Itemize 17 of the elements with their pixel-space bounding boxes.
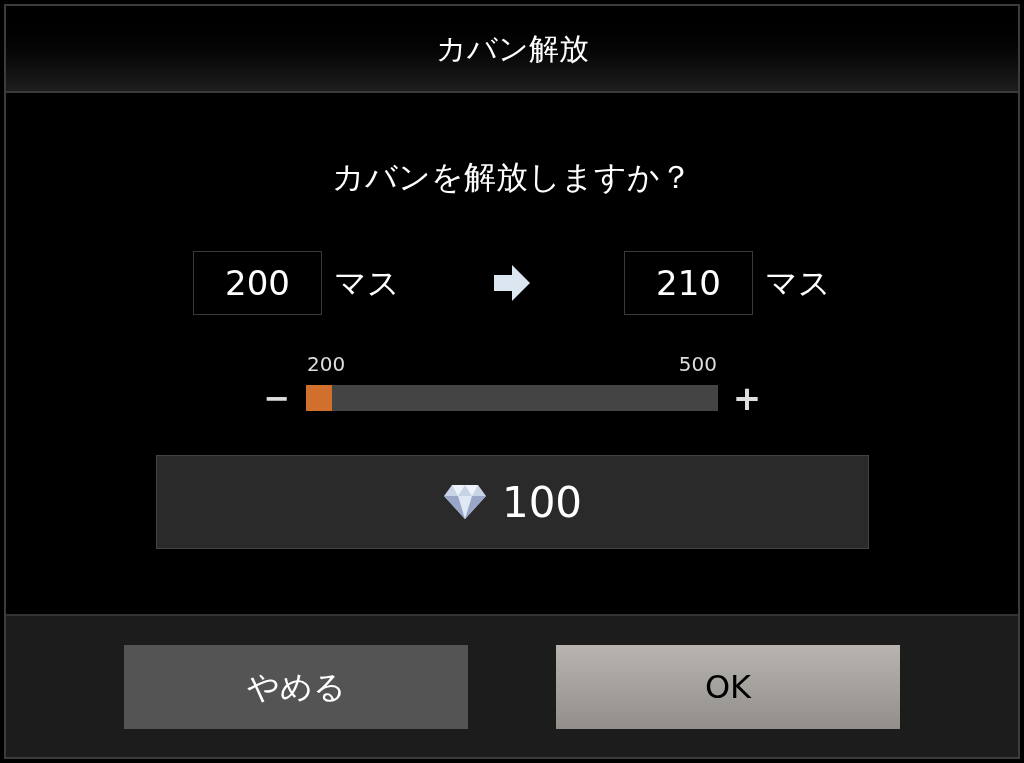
cancel-button[interactable]: やめる: [124, 644, 468, 729]
arrow-icon: [492, 263, 532, 303]
diamond-icon: [441, 483, 488, 521]
plus-button[interactable]: +: [732, 381, 762, 415]
value-box: 210: [624, 251, 753, 315]
dialog-title: カバン解放: [435, 30, 589, 68]
ok-button[interactable]: OK: [556, 644, 900, 729]
unit-label: マス: [765, 263, 831, 304]
slider-thumb[interactable]: [306, 385, 332, 411]
minus-button[interactable]: −: [262, 382, 292, 414]
slider-max-label: 500: [678, 351, 717, 378]
cost-amount: 100: [501, 476, 583, 529]
value-box: 200: [193, 251, 322, 315]
slider-track[interactable]: [306, 385, 718, 411]
question-text: カバンを解放しますか？: [332, 157, 692, 198]
unit-label: マス: [334, 263, 400, 304]
slider-min-label: 200: [307, 351, 346, 378]
